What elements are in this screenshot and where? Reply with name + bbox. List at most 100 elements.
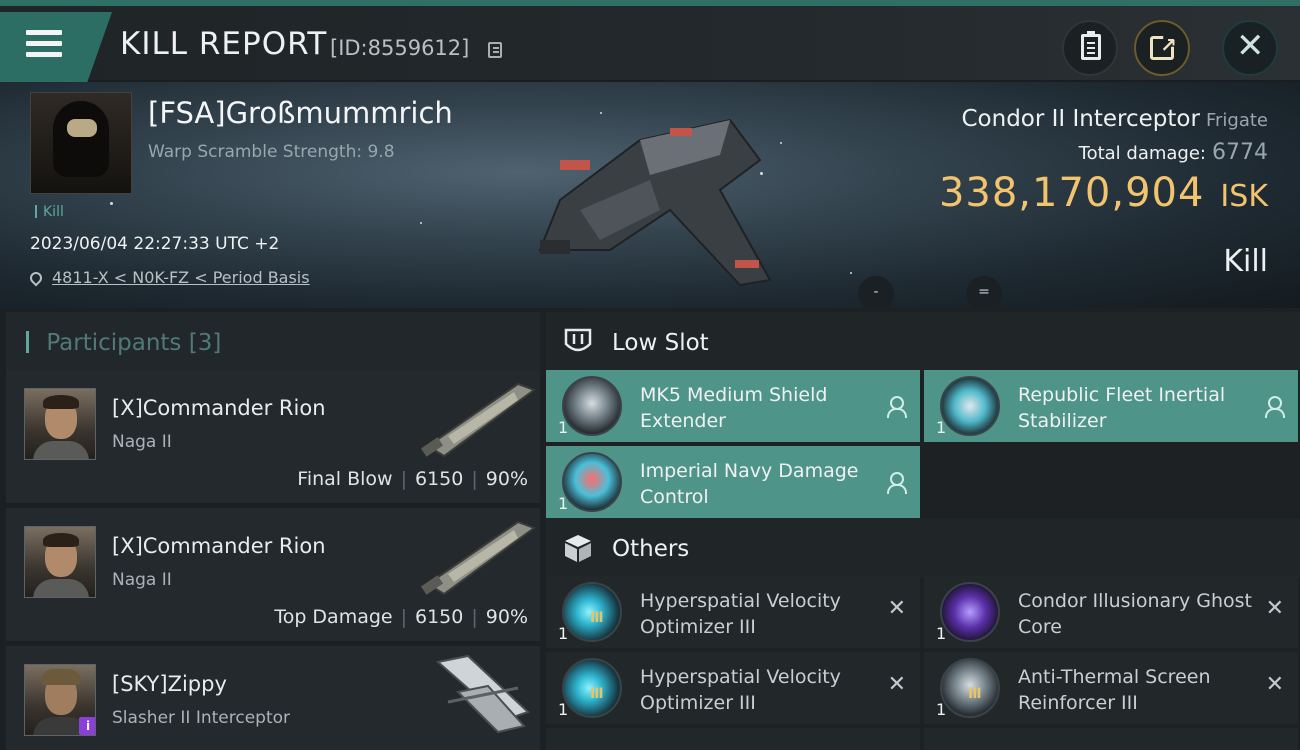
low-slot-label: Low Slot [612, 330, 709, 356]
location-text: 4811-X < N0K-FZ < Period Basis [52, 268, 310, 287]
participant-stats: Top Damage | 6150 | 90% [274, 606, 528, 628]
menu-icon [26, 30, 62, 35]
page-title: KILL REPORT [120, 26, 328, 62]
cube-icon [565, 535, 591, 562]
participant-damage: 6150 [415, 606, 464, 628]
report-id: [ID:8559612] [330, 36, 470, 60]
participant-card[interactable]: [X]Commander Rion Naga II Top Damage | 615… [6, 508, 540, 642]
user-icon[interactable] [1264, 396, 1285, 418]
participant-card[interactable]: [X]Commander Rion Naga II Final Blow | 615… [6, 370, 540, 504]
isk-amount: 338,170,904 [938, 170, 1205, 216]
close-icon: ✕ [1236, 26, 1265, 66]
module-name: Hyperspatial Velocity Optimizer III [640, 666, 841, 714]
participant-name: [X]Commander Rion [112, 396, 326, 420]
kill-report-screen: KILL REPORT [ID:8559612] ↗ ✕ [FSA]Großmu… [0, 0, 1300, 750]
expand-toggle-button[interactable]: = [966, 276, 1002, 308]
participant-name: [SKY]Zippy [112, 672, 227, 696]
victim-portrait[interactable] [30, 92, 132, 194]
participants-panel: Participants [3] [X]Commander Rion Naga … [0, 308, 540, 750]
menu-icon-bar [26, 52, 62, 57]
menu-button[interactable] [0, 12, 112, 82]
module-name: Anti-Thermal Screen Reinforcer III [1018, 666, 1211, 714]
participant-stats: Final Blow | 6150 | 90% [297, 468, 528, 490]
isk-unit: ISK [1220, 179, 1268, 214]
inertial-stabilizer-icon [940, 376, 1000, 436]
participant-ship: Naga II [112, 570, 172, 590]
ghost-core-icon [940, 582, 1000, 642]
isk-value: 338,170,904 ISK [939, 170, 1268, 216]
participants-label: Participants [46, 330, 182, 356]
destroyed-x-icon: ✕ [887, 672, 906, 697]
external-arrow-icon: ↗ [1160, 33, 1177, 57]
participant-ship-image [435, 654, 530, 734]
close-button[interactable]: ✕ [1222, 20, 1278, 76]
victim-ship-image [538, 118, 772, 287]
fittings-panel: Low Slot 1 MK5 Medium Shield Extender 1 … [540, 308, 1300, 750]
tier-badge: III [968, 686, 982, 702]
module-name: Imperial Navy Damage Control [640, 460, 859, 508]
module-name: Condor Illusionary Ghost Core [1018, 590, 1252, 638]
participant-badge: i [79, 717, 95, 735]
destroyed-x-icon: ✕ [1265, 596, 1284, 621]
tier-badge: III [590, 686, 604, 702]
module-quantity: 1 [558, 494, 569, 513]
ship-category: Frigate [1205, 110, 1268, 131]
participant-ship-image [420, 382, 536, 458]
module-item[interactable]: 1 Imperial Navy Damage Control [546, 446, 920, 518]
victim-name: [FSA]Großmummrich [148, 96, 453, 130]
helmet-visor [67, 119, 97, 137]
low-slot-header: Low Slot [546, 312, 1300, 372]
damage-control-icon [562, 452, 622, 512]
participant-avatar: i [24, 664, 96, 736]
low-slot-icon [564, 328, 592, 352]
total-damage: Total damage: 6774 [1079, 140, 1268, 165]
share-button[interactable]: ↗ [1134, 20, 1190, 76]
module-item[interactable]: 1 Condor Illusionary Ghost Core ✕ [924, 576, 1298, 648]
module-item[interactable]: 1 Republic Fleet Inertial Stabilizer [924, 370, 1298, 442]
module-name: Hyperspatial Velocity Optimizer III [640, 590, 841, 638]
destroyed-x-icon: ✕ [887, 596, 906, 621]
participant-ship-image [420, 520, 536, 596]
module-quantity: 1 [558, 700, 569, 719]
user-icon[interactable] [886, 396, 907, 418]
participant-role: Top Damage [274, 606, 393, 628]
module-name: Republic Fleet Inertial Stabilizer [1018, 384, 1226, 432]
clipboard-icon [1081, 31, 1101, 60]
participant-percent: 90% [485, 468, 528, 490]
participant-ship: Naga II [112, 432, 172, 452]
result-label: Kill [1223, 244, 1268, 279]
victim-summary: [FSA]Großmummrich Warp Scramble Strength… [0, 82, 1300, 308]
total-damage-label: Total damage: [1078, 143, 1206, 164]
clipboard-button[interactable] [1062, 20, 1118, 76]
others-header: Others [546, 518, 1300, 578]
kill-location-link[interactable]: 4811-X < N0K-FZ < Period Basis [27, 268, 310, 287]
collapse-toggle-button[interactable]: - [858, 276, 894, 308]
participant-damage: 6150 [415, 468, 464, 490]
module-quantity: 1 [936, 624, 947, 643]
participant-ship: Slasher II Interceptor [112, 708, 291, 728]
others-label: Others [612, 536, 690, 562]
header-bar: KILL REPORT [ID:8559612] ↗ ✕ [0, 6, 1300, 82]
module-item[interactable]: 1 MK5 Medium Shield Extender [546, 370, 920, 442]
participant-card[interactable]: i [SKY]Zippy Slasher II Interceptor [6, 646, 540, 750]
participant-percent: 90% [485, 606, 528, 628]
user-icon[interactable] [886, 472, 907, 494]
victim-ship-class: Condor II Interceptor Frigate [962, 106, 1269, 132]
total-damage-value: 6774 [1212, 140, 1268, 165]
shield-extender-icon [562, 376, 622, 436]
module-item-partial[interactable] [546, 728, 920, 750]
copy-icon[interactable] [488, 42, 502, 58]
ship-name: Condor II Interceptor [961, 106, 1200, 132]
module-item[interactable]: III 1 Hyperspatial Velocity Optimizer II… [546, 652, 920, 724]
helmet-avatar [53, 101, 109, 177]
module-item[interactable]: III 1 Anti-Thermal Screen Reinforcer III… [924, 652, 1298, 724]
module-item[interactable]: III 1 Hyperspatial Velocity Optimizer II… [546, 576, 920, 648]
warp-scramble-strength: Warp Scramble Strength: 9.8 [148, 142, 395, 162]
module-quantity: 1 [936, 700, 947, 719]
module-item-partial[interactable] [924, 728, 1298, 750]
participant-avatar [24, 388, 96, 460]
destroyed-x-icon: ✕ [1265, 672, 1284, 697]
kill-tag: Kill [35, 204, 64, 220]
module-name: MK5 Medium Shield Extender [640, 384, 828, 432]
module-quantity: 1 [558, 418, 569, 437]
